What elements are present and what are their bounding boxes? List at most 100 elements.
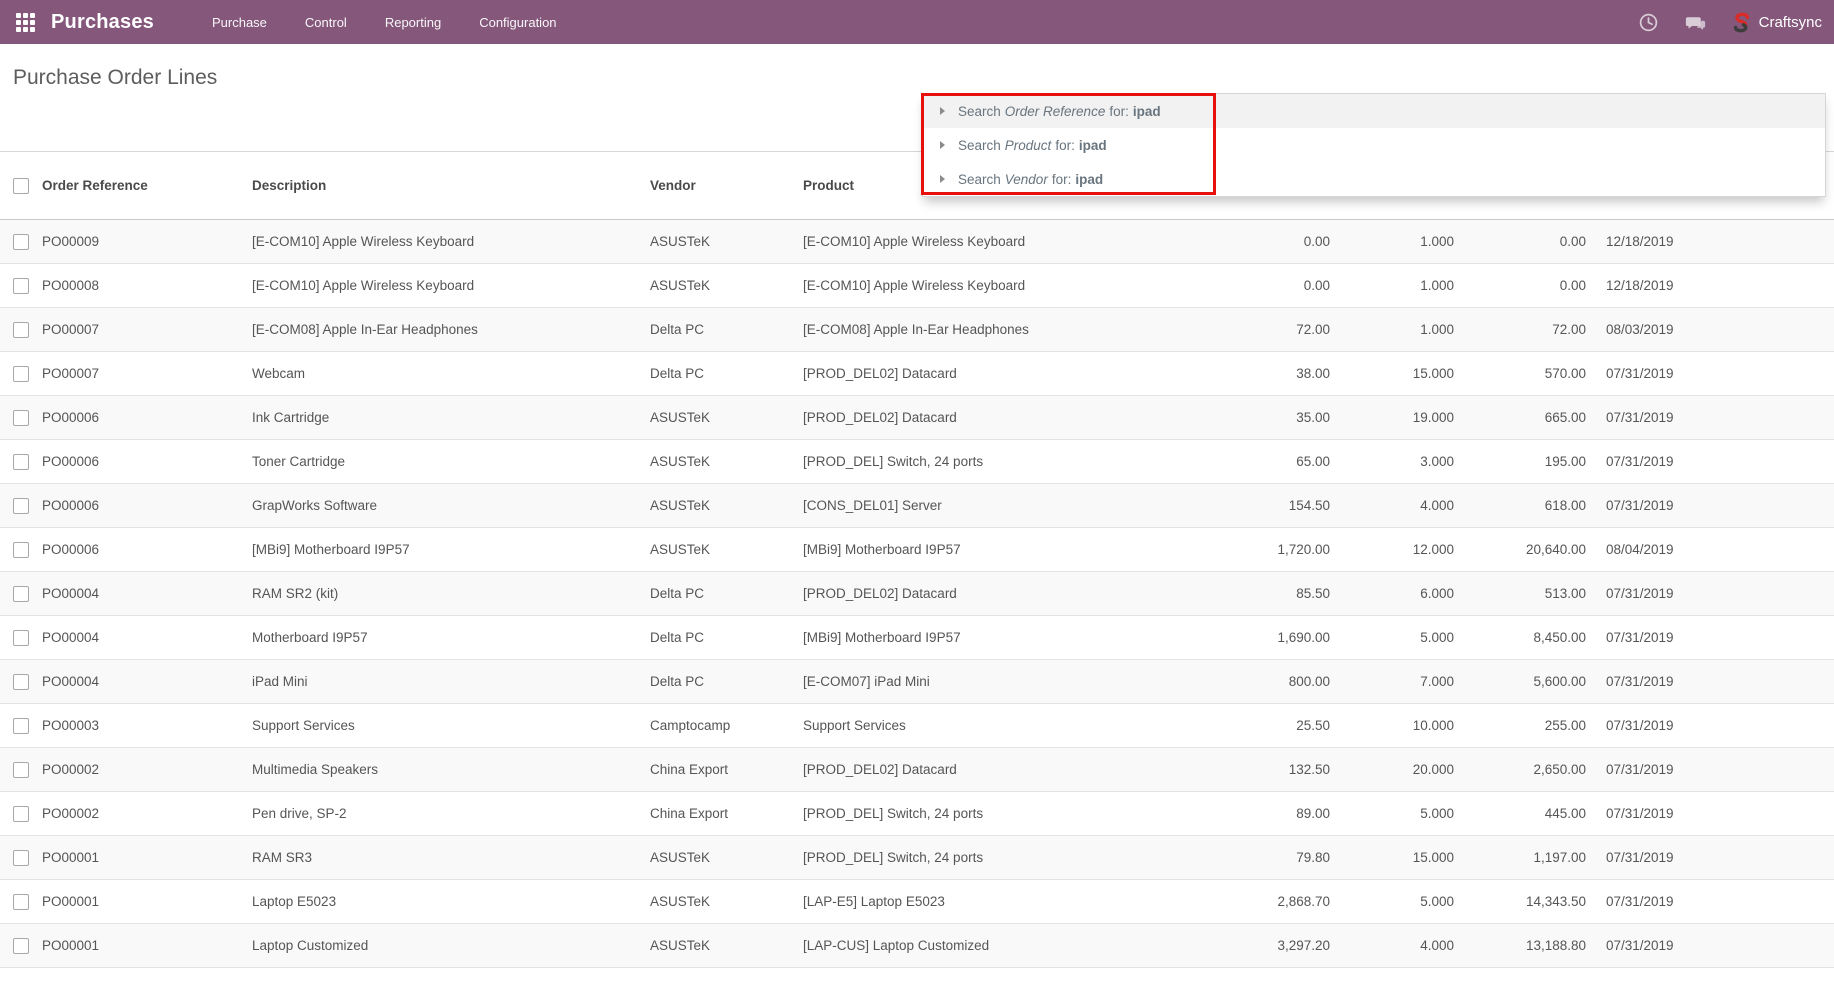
cell-product: Support Services bbox=[803, 718, 1090, 733]
row-checkbox[interactable] bbox=[13, 498, 29, 514]
table-row[interactable]: PO00004Motherboard I9P57Delta PC[MBi9] M… bbox=[0, 616, 1834, 660]
row-checkbox[interactable] bbox=[13, 278, 29, 294]
cell-subtotal: 255.00 bbox=[1456, 718, 1588, 733]
cell-product: [PROD_DEL02] Datacard bbox=[803, 762, 1090, 777]
header-order-reference[interactable]: Order Reference bbox=[42, 178, 252, 193]
row-checkbox[interactable] bbox=[13, 542, 29, 558]
top-menu: Purchase Control Reporting Configuration bbox=[210, 11, 559, 34]
cell-order-ref: PO00004 bbox=[42, 630, 252, 645]
cell-subtotal: 13,188.80 bbox=[1456, 938, 1588, 953]
user-name: Craftsync bbox=[1759, 14, 1822, 31]
cell-scheduled-date: 08/04/2019 bbox=[1588, 542, 1718, 557]
user-menu[interactable]: Craftsync bbox=[1732, 12, 1822, 33]
cell-subtotal: 665.00 bbox=[1456, 410, 1588, 425]
cell-vendor: Delta PC bbox=[650, 630, 803, 645]
cell-unit-price: 0.00 bbox=[1090, 234, 1332, 249]
table-row[interactable]: PO00006Ink CartridgeASUSTeK[PROD_DEL02] … bbox=[0, 396, 1834, 440]
cell-quantity: 20.000 bbox=[1332, 762, 1456, 777]
cell-vendor: Camptocamp bbox=[650, 718, 803, 733]
table-body: PO00009 [E-COM10] Apple Wireless Keyboard… bbox=[0, 220, 1834, 968]
table-row[interactable]: PO00004RAM SR2 (kit)Delta PC[PROD_DEL02]… bbox=[0, 572, 1834, 616]
apps-grid-icon[interactable] bbox=[16, 13, 35, 32]
table-row[interactable]: PO00001Laptop CustomizedASUSTeK[LAP-CUS]… bbox=[0, 924, 1834, 968]
table-row[interactable]: PO00008[E-COM10] Apple Wireless Keyboard… bbox=[0, 264, 1834, 308]
table-row[interactable]: PO00007[E-COM08] Apple In-Ear Headphones… bbox=[0, 308, 1834, 352]
cell-order-ref: PO00006 bbox=[42, 498, 252, 513]
header-description[interactable]: Description bbox=[252, 178, 650, 193]
cell-quantity: 6.000 bbox=[1332, 586, 1456, 601]
row-checkbox[interactable] bbox=[13, 630, 29, 646]
cell-scheduled-date: 07/31/2019 bbox=[1588, 630, 1718, 645]
table-row[interactable]: PO00001Laptop E5023ASUSTeK[LAP-E5] Lapto… bbox=[0, 880, 1834, 924]
cell-subtotal: 1,197.00 bbox=[1456, 850, 1588, 865]
table-row[interactable]: PO00007WebcamDelta PC[PROD_DEL02] Dataca… bbox=[0, 352, 1834, 396]
select-all-checkbox[interactable] bbox=[13, 178, 29, 194]
cell-scheduled-date: 07/31/2019 bbox=[1588, 674, 1718, 689]
app-title[interactable]: Purchases bbox=[51, 11, 154, 34]
cell-vendor: ASUSTeK bbox=[650, 454, 803, 469]
row-checkbox[interactable] bbox=[13, 850, 29, 866]
cell-quantity: 1.000 bbox=[1332, 278, 1456, 293]
search-suggestion-order-reference[interactable]: SearchOrder Referencefor:ipad bbox=[923, 94, 1825, 128]
cell-quantity: 4.000 bbox=[1332, 498, 1456, 513]
menu-item-reporting[interactable]: Reporting bbox=[383, 11, 443, 34]
row-checkbox[interactable] bbox=[13, 322, 29, 338]
row-checkbox[interactable] bbox=[13, 674, 29, 690]
table-row[interactable]: PO00006Toner CartridgeASUSTeK[PROD_DEL] … bbox=[0, 440, 1834, 484]
cell-product: [PROD_DEL02] Datacard bbox=[803, 586, 1090, 601]
cell-vendor: ASUSTeK bbox=[650, 234, 803, 249]
row-checkbox[interactable] bbox=[13, 806, 29, 822]
cell-scheduled-date: 07/31/2019 bbox=[1588, 454, 1718, 469]
cell-description: RAM SR2 (kit) bbox=[252, 586, 650, 601]
cell-product: [PROD_DEL02] Datacard bbox=[803, 410, 1090, 425]
menu-item-configuration[interactable]: Configuration bbox=[477, 11, 558, 34]
row-checkbox[interactable] bbox=[13, 586, 29, 602]
table-row[interactable]: PO00009 [E-COM10] Apple Wireless Keyboard… bbox=[0, 220, 1834, 264]
table-row[interactable]: PO00001RAM SR3ASUSTeK[PROD_DEL] Switch, … bbox=[0, 836, 1834, 880]
cell-vendor: Delta PC bbox=[650, 586, 803, 601]
cell-scheduled-date: 07/31/2019 bbox=[1588, 894, 1718, 909]
cell-vendor: ASUSTeK bbox=[650, 498, 803, 513]
cell-product: [E-COM10] Apple Wireless Keyboard bbox=[803, 234, 1090, 249]
cell-order-ref: PO00006 bbox=[42, 542, 252, 557]
expand-caret-icon[interactable] bbox=[940, 107, 945, 115]
table-row[interactable]: PO00002Multimedia SpeakersChina Export[P… bbox=[0, 748, 1834, 792]
cell-vendor: ASUSTeK bbox=[650, 542, 803, 557]
search-suggestion-vendor[interactable]: SearchVendorfor:ipad bbox=[923, 162, 1825, 196]
cell-unit-price: 3,297.20 bbox=[1090, 938, 1332, 953]
messages-chat-icon[interactable] bbox=[1685, 12, 1706, 33]
cell-order-ref: PO00007 bbox=[42, 322, 252, 337]
row-checkbox[interactable] bbox=[13, 718, 29, 734]
cell-order-ref: PO00003 bbox=[42, 718, 252, 733]
row-checkbox[interactable] bbox=[13, 234, 29, 250]
cell-scheduled-date: 08/03/2019 bbox=[1588, 322, 1718, 337]
table-row[interactable]: PO00002Pen drive, SP-2China Export[PROD_… bbox=[0, 792, 1834, 836]
table-row[interactable]: PO00003Support ServicesCamptocampSupport… bbox=[0, 704, 1834, 748]
row-checkbox[interactable] bbox=[13, 410, 29, 426]
menu-item-control[interactable]: Control bbox=[303, 11, 349, 34]
table-row[interactable]: PO00004iPad MiniDelta PC[E-COM07] iPad M… bbox=[0, 660, 1834, 704]
header-vendor[interactable]: Vendor bbox=[650, 178, 803, 193]
expand-caret-icon[interactable] bbox=[940, 141, 945, 149]
cell-unit-price: 89.00 bbox=[1090, 806, 1332, 821]
search-suggestions-dropdown: SearchOrder Referencefor:ipadSearchProdu… bbox=[922, 93, 1826, 197]
search-suggestion-product[interactable]: SearchProductfor:ipad bbox=[923, 128, 1825, 162]
cell-scheduled-date: 12/18/2019 bbox=[1588, 234, 1718, 249]
cell-unit-price: 79.80 bbox=[1090, 850, 1332, 865]
cell-product: [LAP-E5] Laptop E5023 bbox=[803, 894, 1090, 909]
activities-clock-icon[interactable] bbox=[1638, 12, 1659, 33]
table-row[interactable]: PO00006GrapWorks SoftwareASUSTeK[CONS_DE… bbox=[0, 484, 1834, 528]
row-checkbox[interactable] bbox=[13, 762, 29, 778]
cell-order-ref: PO00009 bbox=[42, 234, 252, 249]
row-checkbox[interactable] bbox=[13, 938, 29, 954]
row-checkbox[interactable] bbox=[13, 454, 29, 470]
purchase-order-lines-table: Order Reference Description Vendor Produ… bbox=[0, 152, 1834, 968]
row-checkbox[interactable] bbox=[13, 894, 29, 910]
cell-order-ref: PO00001 bbox=[42, 938, 252, 953]
cell-description: iPad Mini bbox=[252, 674, 650, 689]
menu-item-purchase[interactable]: Purchase bbox=[210, 11, 269, 34]
cell-vendor: Delta PC bbox=[650, 322, 803, 337]
row-checkbox[interactable] bbox=[13, 366, 29, 382]
table-row[interactable]: PO00006[MBi9] Motherboard I9P57ASUSTeK[M… bbox=[0, 528, 1834, 572]
expand-caret-icon[interactable] bbox=[940, 175, 945, 183]
